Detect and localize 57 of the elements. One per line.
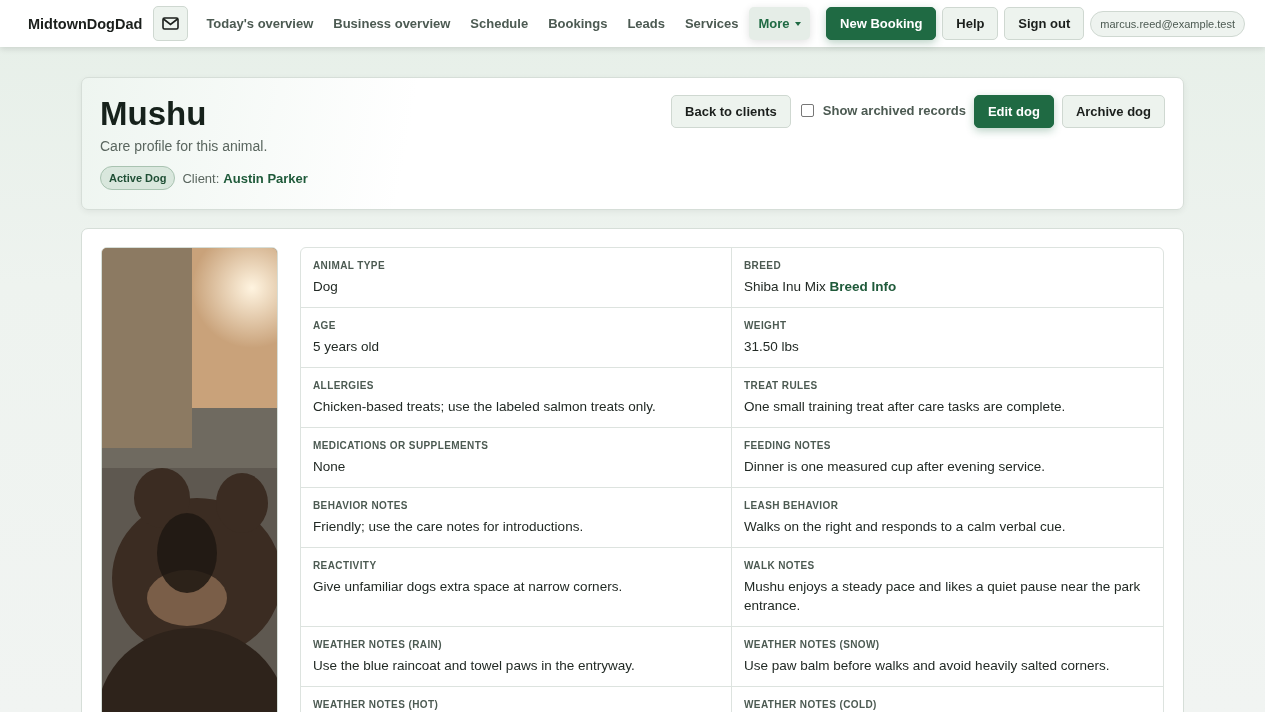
- field-value: Dog: [313, 278, 339, 296]
- field-label: BREED: [744, 260, 782, 271]
- field-value: One small training treat after care tasks are complete.: [744, 398, 1067, 416]
- back-button[interactable]: Back to clients: [671, 95, 791, 128]
- field-value: Mushu enjoys a steady pace and likes a quiet pause near the park entrance.: [744, 578, 1142, 615]
- field-value: Give unfamiliar dogs extra space at narrow corners.: [313, 578, 624, 596]
- status-badge: Active Dog: [100, 166, 176, 190]
- field-value: None: [313, 458, 347, 476]
- brand-name[interactable]: MidtownDogDad: [28, 15, 143, 32]
- field-label: WEIGHT: [744, 320, 788, 331]
- dog-name: Mushu: [100, 94, 208, 134]
- field-label: FEEDING NOTES: [744, 440, 832, 451]
- nav-link[interactable]: Schedule: [461, 7, 538, 40]
- help-button[interactable]: Help: [942, 7, 999, 40]
- edit-dog-button[interactable]: Edit dog: [973, 95, 1054, 128]
- field-value: Friendly; use the care notes for introductions.: [313, 518, 585, 536]
- field-label: WEATHER NOTES (HOT): [313, 699, 440, 710]
- field-label: AGE: [313, 320, 337, 331]
- field-label: ALLERGIES: [313, 380, 375, 391]
- field-value: 5 years old: [313, 338, 381, 356]
- nav-link[interactable]: Services: [675, 7, 748, 40]
- field-label: WEATHER NOTES (COLD): [744, 699, 878, 710]
- field-label: ANIMAL TYPE: [313, 260, 386, 271]
- field-label: LEASH BEHAVIOR: [744, 500, 840, 511]
- new-booking-button[interactable]: New Booking: [826, 7, 937, 40]
- field-label: BEHAVIOR NOTES: [313, 500, 409, 511]
- nav-link[interactable]: More: [749, 7, 810, 40]
- field-value: Chicken-based treats; use the labeled salmon treats only.: [313, 398, 657, 416]
- show-archived-checkbox[interactable]: Show archived records: [800, 95, 966, 118]
- client-label: Client:: [182, 170, 220, 186]
- field-label: WEATHER NOTES (RAIN): [313, 639, 443, 650]
- sign-out-button[interactable]: Sign out: [1004, 7, 1085, 40]
- field-value: Dinner is one measured cup after evening service.: [744, 458, 1046, 476]
- field-value: Use the blue raincoat and towel paws in the entryway.: [313, 657, 636, 675]
- nav-link[interactable]: Leads: [618, 7, 674, 40]
- subtitle: Care profile for this animal.: [100, 138, 269, 154]
- field-label: TREAT RULES: [744, 380, 819, 391]
- client-link[interactable]: Austin Parker: [223, 170, 308, 186]
- field-label: WALK NOTES: [744, 560, 816, 571]
- breed-info-link[interactable]: Breed Info: [829, 279, 897, 294]
- mail-icon: [162, 17, 180, 30]
- field-value: Use paw balm before walks and avoid heavily salted corners.: [744, 657, 1111, 675]
- nav-link[interactable]: Business overview: [324, 7, 460, 40]
- field-label: REACTIVITY: [313, 560, 378, 571]
- checkbox[interactable]: [800, 104, 814, 117]
- checkbox-label: Show archived records: [822, 103, 966, 118]
- caret-icon: [794, 21, 801, 26]
- field-value: Shiba Inu Mix Breed Info: [744, 278, 898, 296]
- nav-link[interactable]: Today's overview: [197, 7, 323, 40]
- field-label: MEDICATIONS OR SUPPLEMENTS: [313, 440, 490, 451]
- archive-dog-button[interactable]: Archive dog: [1061, 95, 1165, 128]
- account-email[interactable]: marcus.reed@example.test: [1090, 10, 1245, 37]
- field-value: 31.50 lbs: [744, 338, 800, 356]
- mail-button[interactable]: [153, 6, 189, 41]
- field-value: Walks on the right and responds to a calm verbal cue.: [744, 518, 1067, 536]
- field-label: WEATHER NOTES (SNOW): [744, 639, 881, 650]
- nav-link[interactable]: Bookings: [539, 7, 617, 40]
